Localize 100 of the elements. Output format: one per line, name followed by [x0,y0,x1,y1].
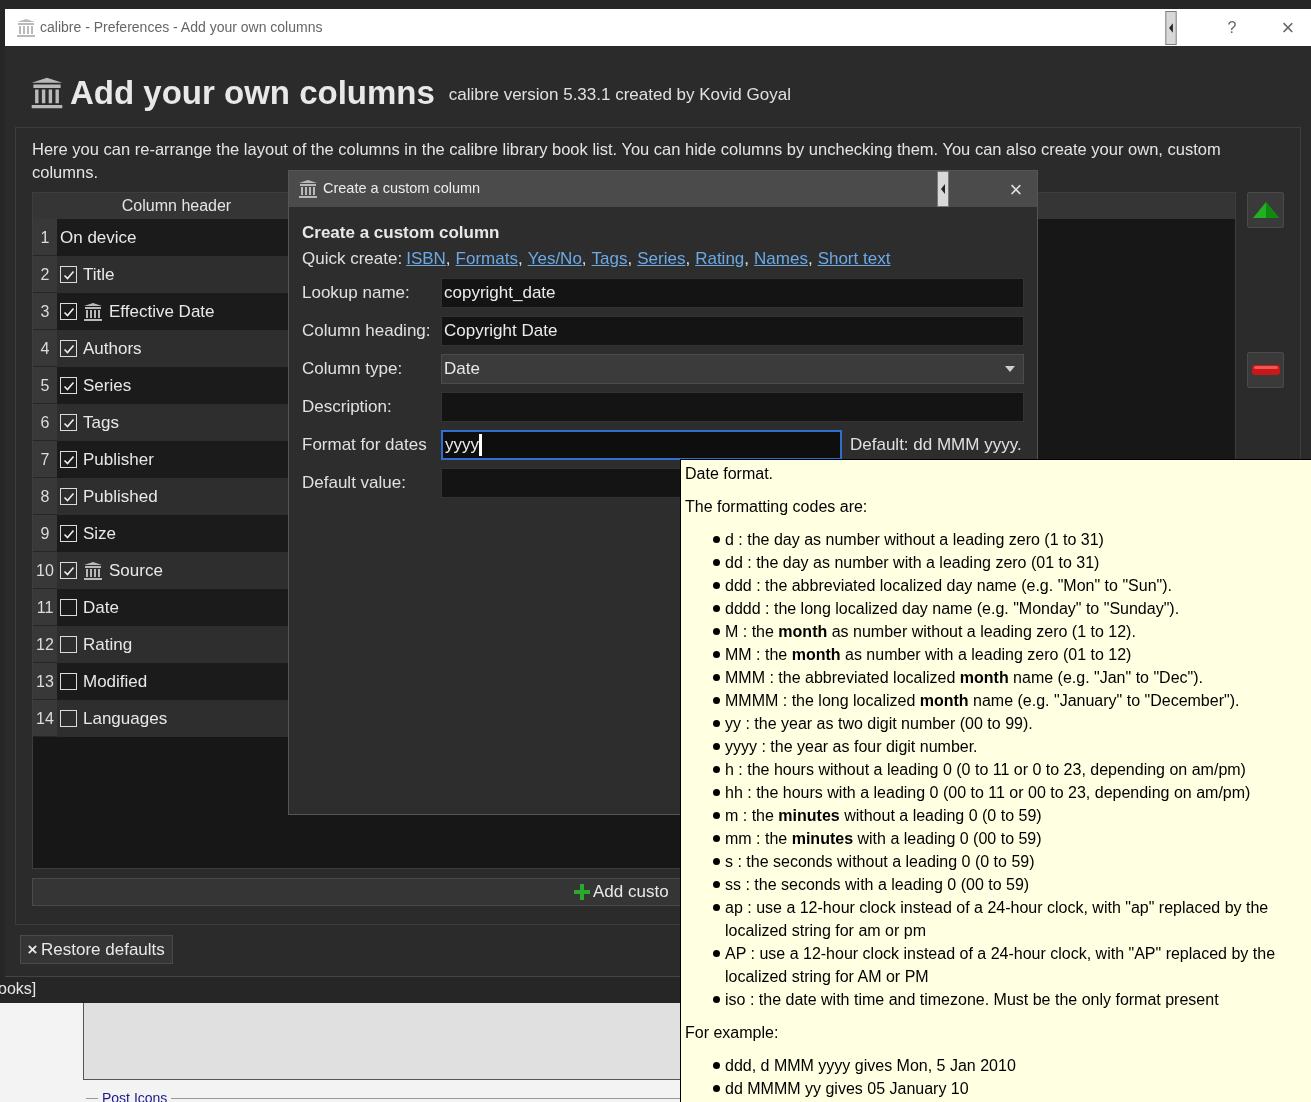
row-number: 5 [33,367,57,404]
format-code-text: hh : the hours with a leading 0 (00 to 11 or 00 to 23, depending on am/pm) [725,783,1251,803]
field-label: Column type: [302,358,404,381]
check-icon [62,416,75,429]
bullet-icon [713,835,720,842]
format-code-text: MM : the month as number with a leading zero (01 to 12) [725,645,1132,665]
format-code-text: yy : the year as two digit number (00 to 99). [725,714,1033,734]
checkbox[interactable] [60,636,77,653]
checkbox[interactable] [60,414,77,431]
row-number: 13 [33,663,57,700]
caret-icon [1005,366,1015,372]
bullet-icon [713,582,720,589]
check-icon [62,342,75,355]
row-label: Effective Date [109,300,215,323]
format-code-text: d : the day as number without a leading zero (1 to 31) [725,530,1104,550]
move-up-button[interactable] [1247,192,1284,228]
checkbox[interactable] [60,599,77,616]
example-text: dd MMMM yy gives 05 January 10 [725,1079,969,1099]
input-field[interactable]: Copyright Date [441,316,1024,346]
quick-create-line: Quick create: ISBN, Formats, Yes/No, Tags, Series, Rating, Names, Short text [302,248,892,270]
checkbox[interactable] [60,451,77,468]
bullet-icon [713,651,720,658]
text-cursor [479,434,482,456]
handle-icon[interactable] [937,171,949,207]
format-code-text: MMMM : the long localized month name (e.g. "January" to "December"). [725,691,1240,711]
check-icon [62,490,75,503]
quick-create-link[interactable]: ISBN [406,249,446,268]
row-number: 6 [33,404,57,441]
quick-create-link[interactable]: Rating [695,249,745,268]
restore-defaults-button[interactable]: Restore defaults [20,935,173,964]
tooltip-text: The formatting codes are: [685,497,869,517]
quick-create-link[interactable]: Formats [455,249,518,268]
field-label: Default value: [302,472,407,495]
bullet-icon [713,743,720,750]
bullet-icon [713,1085,720,1092]
bullet-icon [713,858,720,865]
checkbox[interactable] [60,377,77,394]
row-label: Languages [83,707,168,730]
column-type-dropdown[interactable]: Date [441,354,1024,384]
checkbox[interactable] [60,266,77,283]
row-number: 4 [33,330,57,367]
check-icon [62,527,75,540]
minus-icon [1250,364,1281,376]
row-number: 8 [33,478,57,515]
bullet-icon [713,720,720,727]
format-code-text: dd : the day as number with a leading zero (01 to 31) [725,553,1100,573]
row-number: 11 [33,589,57,626]
bullet-icon [713,1062,720,1069]
hint-text: Default: dd MMM yyyy. [850,434,1022,457]
checkbox[interactable] [60,488,77,505]
handle-icon[interactable] [1165,10,1177,45]
format-code-text: M : the month as number without a leading zero (1 to 12). [725,622,1136,642]
bullet-icon [713,536,720,543]
row-label: Source [109,559,163,582]
format-code-text: mm : the minutes with a leading 0 (00 to 59) [725,829,1042,849]
row-number: 10 [33,552,57,589]
close-button[interactable]: × [1273,11,1303,44]
format-code-text: iso : the date with time and timezone. Must be the only format present [725,990,1219,1010]
window-title: calibre - Preferences - Add your own columns [40,18,324,37]
row-label: Size [83,522,117,545]
up-arrow-icon [1251,201,1280,219]
input-field[interactable]: yyyy [441,430,842,460]
quick-create-link[interactable]: Short text [817,249,891,268]
input-field[interactable] [441,392,1024,422]
quick-create-link[interactable]: Names [754,249,808,268]
bullet-icon [713,881,720,888]
bullet-icon [713,812,720,819]
quick-create-link[interactable]: Tags [591,249,628,268]
row-label: Title [83,263,115,286]
checkbox[interactable] [60,303,77,320]
remove-button[interactable] [1247,352,1284,388]
check-icon [62,453,75,466]
checkbox[interactable] [60,710,77,727]
pillar-icon [30,76,64,110]
format-code-text: h : the hours without a leading 0 (0 to 11 or 0 to 23, depending on am/pm) [725,760,1246,780]
quick-create-link[interactable]: Yes/No [527,249,582,268]
row-label: Publisher [83,448,154,471]
dialog-title: Create a custom column [323,179,482,199]
field-label: Description: [302,396,393,419]
row-number: 3 [33,293,57,330]
bullet-icon [713,559,720,566]
row-number: 1 [33,219,57,256]
row-number: 12 [33,626,57,663]
checkbox[interactable] [60,340,77,357]
pillar-icon [16,17,36,38]
quick-create-link[interactable]: Series [637,249,686,268]
format-code-text: s : the seconds without a leading 0 (0 to 59) [725,852,1035,872]
bullet-icon [713,674,720,681]
bullet-icon [713,789,720,796]
check-icon [62,305,75,318]
help-button[interactable]: ? [1217,15,1247,40]
checkbox[interactable] [60,673,77,690]
field-label: Column heading: [302,320,432,343]
row-label: Authors [83,337,142,360]
field-label: Format for dates [302,434,428,457]
format-code-text: yyyy : the year as four digit number. [725,737,978,757]
input-field[interactable]: copyright_date [441,278,1024,308]
checkbox[interactable] [60,562,77,579]
row-label: Modified [83,670,148,693]
checkbox[interactable] [60,525,77,542]
